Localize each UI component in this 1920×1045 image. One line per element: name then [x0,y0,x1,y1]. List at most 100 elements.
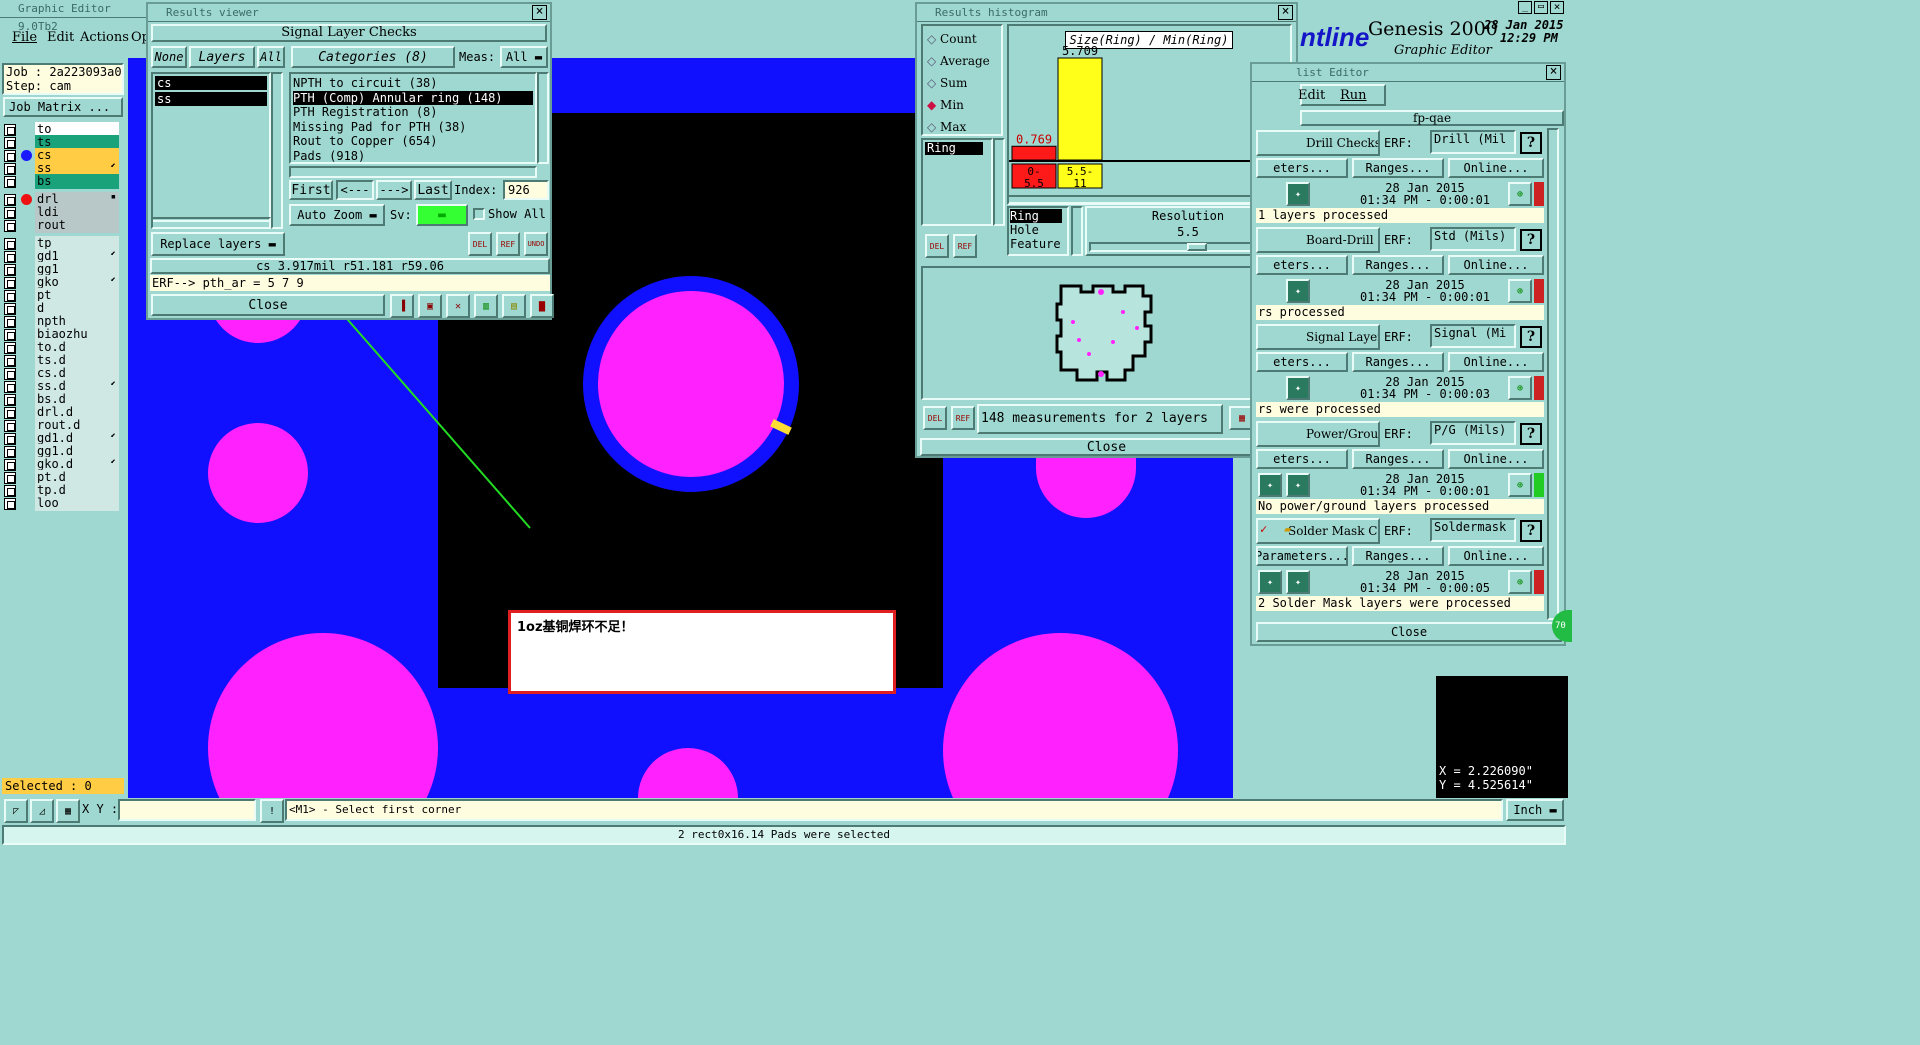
erf-select[interactable]: Signal (Mi [1430,324,1516,348]
category-item[interactable]: PTH (Comp) Annular ring (148) [293,90,533,105]
close-icon[interactable]: × [532,5,547,20]
slider-thumb[interactable] [1187,243,1207,251]
tool-icon[interactable]: ▣ [418,294,442,318]
grid-icon[interactable]: ▦ [56,799,80,823]
meas-select[interactable]: All ▬ [500,46,548,68]
type-item[interactable]: Feature [1010,237,1066,251]
del-icon[interactable]: DEL [923,406,947,430]
category-listbox[interactable]: NPTH to circuit (38) PTH (Comp) Annular r… [289,72,537,164]
prev-button[interactable]: <--- [336,180,374,200]
close-button[interactable]: Close [1256,622,1562,642]
parameters-button[interactable]: eters... [1256,255,1348,275]
tool-icon-1[interactable]: ◸ [4,799,28,823]
help-button[interactable]: ? [1520,520,1542,542]
erf-select[interactable]: Drill (Mil [1430,130,1516,154]
menu-edit[interactable]: Edit [1298,88,1325,103]
xy-input[interactable] [118,799,256,821]
run-icon[interactable]: ✦ [1286,473,1310,497]
next-button[interactable]: ---> [376,180,412,200]
zoom-icon[interactable]: ⊕ [1508,279,1532,303]
mode-option-count[interactable]: ◇ Count [927,30,977,48]
help-button[interactable]: ? [1520,229,1542,251]
type-listbox[interactable]: Ring Hole Feature [1007,206,1069,256]
show-all-checkbox[interactable] [473,208,485,220]
run-icon[interactable]: ✦ [1286,570,1310,594]
close-icon[interactable]: × [1278,5,1293,20]
layer-name[interactable]: rout [35,218,119,233]
minimize-icon[interactable]: _ [1518,1,1532,14]
online-button[interactable]: Online... [1448,158,1544,178]
first-button[interactable]: First [289,180,333,200]
restore-icon[interactable]: ▭ [1534,1,1548,14]
ranges-button[interactable]: Ranges... [1352,255,1444,275]
checklist-vscroll[interactable] [1547,128,1559,620]
close-icon[interactable]: × [1546,65,1561,80]
category-item[interactable]: Missing Pad for PTH (38) [293,120,533,135]
layer-row-loo[interactable]: loo [2,496,119,511]
del-icon[interactable]: DEL [468,232,492,256]
index-input[interactable]: 926 [503,180,549,200]
zoom-icon[interactable]: ⊕ [1508,570,1532,594]
check-name-box[interactable]: Power/Ground C [1256,421,1380,447]
layer-vscroll[interactable] [271,72,283,229]
online-button[interactable]: Online... [1448,546,1544,566]
category-item[interactable]: PTH Registration (8) [293,105,533,120]
online-button[interactable]: Online... [1448,449,1544,469]
check-enabled-icon[interactable]: ✓ [1260,522,1267,536]
sv-color-select[interactable]: ▬ [416,204,468,226]
check-name-box[interactable]: Signal Layer Ch [1256,324,1380,350]
layer-listbox[interactable]: cs ss [151,72,271,222]
ref-icon[interactable]: REF [951,406,975,430]
check-name-box[interactable]: Drill Checks [1256,130,1380,156]
histogram-icon[interactable]: ▇ [530,294,554,318]
layer-name[interactable]: bs [35,174,119,189]
histogram-bar[interactable] [1057,57,1103,161]
erf-select[interactable]: P/G (Mils) [1430,421,1516,445]
units-select[interactable]: Inch ▬ [1506,799,1564,821]
parameters-button[interactable]: Parameters... [1256,546,1348,566]
layer-row-rout[interactable]: rout [2,218,119,233]
menu-file[interactable]: File [12,30,37,45]
ranges-button[interactable]: Ranges... [1352,449,1444,469]
mode-option-max[interactable]: ◇ Max [927,118,966,136]
mode-option-min[interactable]: ◆ Min [927,96,964,114]
zoom-icon[interactable]: ⊕ [1508,376,1532,400]
categories-button[interactable]: Categories (8) [291,46,455,68]
job-matrix-button[interactable]: Job Matrix ... [3,97,123,117]
ranges-button[interactable]: Ranges... [1352,352,1444,372]
ref-icon[interactable]: REF [496,232,520,256]
parameters-button[interactable]: eters... [1256,158,1348,178]
erf-select[interactable]: Soldermask [1430,518,1516,542]
mode-option-average[interactable]: ◇ Average [927,52,990,70]
layer-checkbox[interactable] [4,176,16,188]
histogram-bar[interactable] [1011,145,1057,161]
type-item[interactable]: Hole [1010,223,1066,237]
zoom-icon[interactable]: ⊕ [1508,182,1532,206]
tool-icon[interactable]: ▐ [390,294,414,318]
type-item[interactable]: Ring [1010,209,1062,223]
layer-scrollbar[interactable] [151,217,271,229]
close-button[interactable]: Close [920,438,1293,456]
check-name-box[interactable]: Board-Drill Che [1256,227,1380,253]
run-icon[interactable]: ✦ [1286,376,1310,400]
menu-actions[interactable]: Actions [80,30,129,45]
category-item[interactable]: Pads (918) [293,149,533,164]
auto-zoom-select[interactable]: Auto Zoom ▬ [289,204,385,226]
category-hscroll[interactable] [289,166,537,178]
online-button[interactable]: Online... [1448,352,1544,372]
layer-checkbox[interactable] [4,498,16,510]
category-item[interactable]: NPTH to circuit (38) [293,76,533,91]
layers-button[interactable]: Layers [189,46,255,68]
category-vscroll[interactable] [537,72,549,164]
info-icon[interactable]: ! [260,799,284,823]
close-window-icon[interactable]: × [1550,1,1564,14]
category-item[interactable]: Rout to Copper (654) [293,134,533,149]
tool-icon[interactable]: ▥ [474,294,498,318]
type-vscroll[interactable] [1071,206,1083,256]
tool-icon-2[interactable]: ◿ [30,799,54,823]
layer-checkbox[interactable] [4,220,16,232]
help-button[interactable]: ? [1520,326,1542,348]
parameters-button[interactable]: eters... [1256,449,1348,469]
none-button[interactable]: None [151,46,187,68]
ring-vscroll[interactable] [993,138,1005,226]
